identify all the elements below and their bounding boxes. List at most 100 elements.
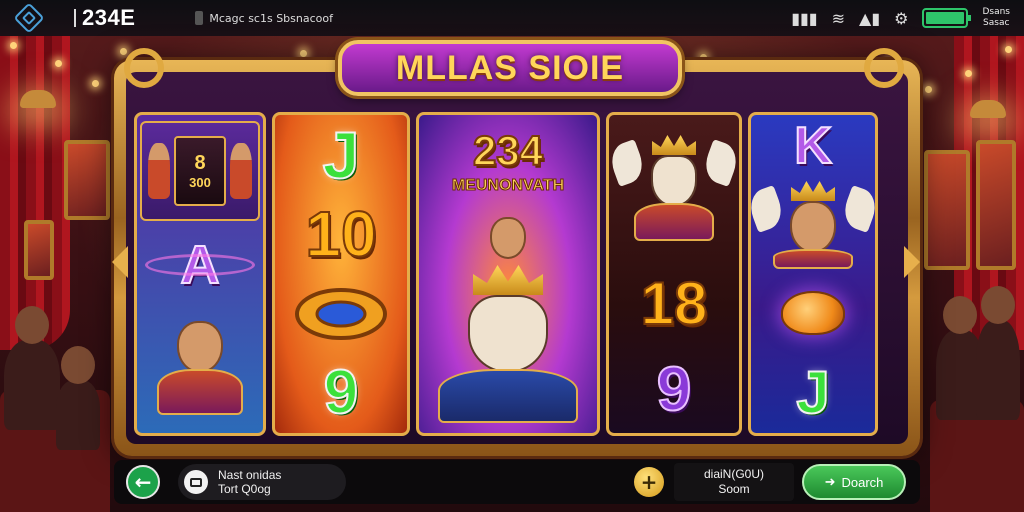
bottom-control-bar: ← Nast onidas Tort Q0og + diaiN(G0U) Soo… [114,460,920,504]
reel-cell: A [137,227,263,303]
letter-j-symbol: J [795,359,830,426]
reel-cell: 10 [275,195,407,275]
frame-scroll-ornament [124,48,164,88]
jackpot-number: 234 [472,126,544,175]
app-title: 234E [82,5,136,30]
number-10-symbol: 10 [304,198,377,271]
reel-cell: 18 [609,261,739,347]
prev-arrow-icon[interactable] [112,246,128,278]
user-line-1: Dsans [982,7,1010,17]
crown-icon [652,135,696,155]
slot-machine-frame: 8 300 A J 10 9 234 MEUNONVATH 18 9 K J [114,60,920,456]
back-button[interactable]: ← [126,465,160,499]
app-logo-icon[interactable] [13,2,45,34]
wing-icon [839,185,875,233]
armor-icon [634,203,714,241]
balance-display: diaiN(G0U) Soom [674,463,794,501]
reel-window: 8 300 A J 10 9 234 MEUNONVATH 18 9 K J [126,72,908,444]
reel-cell [137,303,263,433]
reel-5[interactable]: K J [748,112,878,436]
jackpot-caption: MEUNONVATH [451,177,565,195]
reel-1[interactable]: 8 300 A [134,112,266,436]
figure-icon [148,143,170,199]
reel-2[interactable]: J 10 9 [272,112,410,436]
reel-cell: 9 [609,347,739,433]
arrow-left-icon: ← [134,470,152,494]
reel-4[interactable]: 18 9 [606,112,742,436]
reel-cell [751,273,875,353]
user-label[interactable]: Dsans Sasac [982,7,1010,29]
action-button[interactable]: ➜ Doarch [802,464,906,500]
reel-cell: K [751,115,875,177]
dog-face-icon [468,295,548,373]
battery-icon [922,8,972,28]
reel-3[interactable]: 234 MEUNONVATH [416,112,600,436]
wifi-icon: ≋ [831,8,846,28]
dog-warrior-symbol [609,135,739,241]
bonus-card-symbol: 8 300 [140,121,260,221]
bonus-card-caption: 300 [189,175,211,190]
helmet-icon [791,181,835,201]
balance-line-1: diaiN(G0U) [703,467,764,481]
reel-cell: J [275,115,407,195]
letter-j-symbol: J [322,117,361,192]
dog-king-wild-symbol [438,217,578,423]
magic-ring-icon [145,254,255,276]
reel-cell: 234 MEUNONVATH [419,115,597,207]
wing-icon [700,139,739,187]
figure-icon [230,143,252,199]
wall-poster [24,220,54,280]
wall-poster [976,140,1016,270]
status-icons: ▮▮▮ ≋ ▲▮ ⚙ Dsans Sasac [791,0,1010,36]
game-title-banner: MLLAS SIOIE [338,40,682,96]
frame-scroll-ornament [864,48,904,88]
gem-ring-icon [295,287,387,340]
plus-icon: + [640,470,658,494]
bonus-card-number: 8 [194,152,206,174]
reel-cell [751,177,875,273]
notification-icon [195,11,204,25]
reel-cell: 8 300 [137,115,263,227]
add-coins-button[interactable]: + [634,467,664,497]
audience-person [976,286,1020,420]
warrior-armor-icon [157,369,243,415]
wall-poster [64,140,110,220]
reels[interactable]: 8 300 A J 10 9 234 MEUNONVATH 18 9 K J [134,112,900,436]
next-arrow-icon[interactable] [904,246,920,278]
wall-lamp-right [970,100,1006,118]
audience-person [4,306,60,430]
left-curtain [0,30,70,350]
reel-cell [609,115,739,261]
network-icon: ▲▮ [859,8,881,28]
settings-gear-icon[interactable]: ⚙ [894,9,908,28]
scroll-icon: 8 300 [174,136,226,206]
reel-cell [419,207,597,433]
reel-cell [275,274,407,354]
info-line-2: Tort Q0og [218,482,271,496]
reel-cell: J [751,353,875,433]
hero-face-icon [490,217,526,259]
winged-hero-symbol [751,181,875,269]
crown-icon [473,265,543,295]
info-line-1: Nast onidas [218,468,282,482]
avatar-icon [184,470,208,494]
orange-fruit-icon [781,291,845,335]
dog-face-icon [651,155,697,207]
signal-bars-icon: ▮▮▮ [791,8,818,28]
letter-k-symbol: K [793,117,833,175]
divider [74,9,76,27]
reel-cell: 9 [275,354,407,434]
number-9-symbol: 9 [323,358,360,428]
wall-lamp-left [20,90,56,108]
action-button-label: Doarch [841,474,884,490]
player-info-text: Nast onidas Tort Q0og [218,468,281,496]
user-line-2: Sasac [983,18,1010,28]
balance-line-2: Soom [718,482,750,496]
warrior-face-icon [177,321,223,373]
hero-face-icon [790,201,836,253]
arrow-right-icon: ➜ [824,474,836,489]
player-info-box[interactable]: Nast onidas Tort Q0og [178,464,346,500]
wall-poster [924,150,970,270]
armor-icon [773,249,853,269]
number-18-symbol: 18 [640,270,709,337]
